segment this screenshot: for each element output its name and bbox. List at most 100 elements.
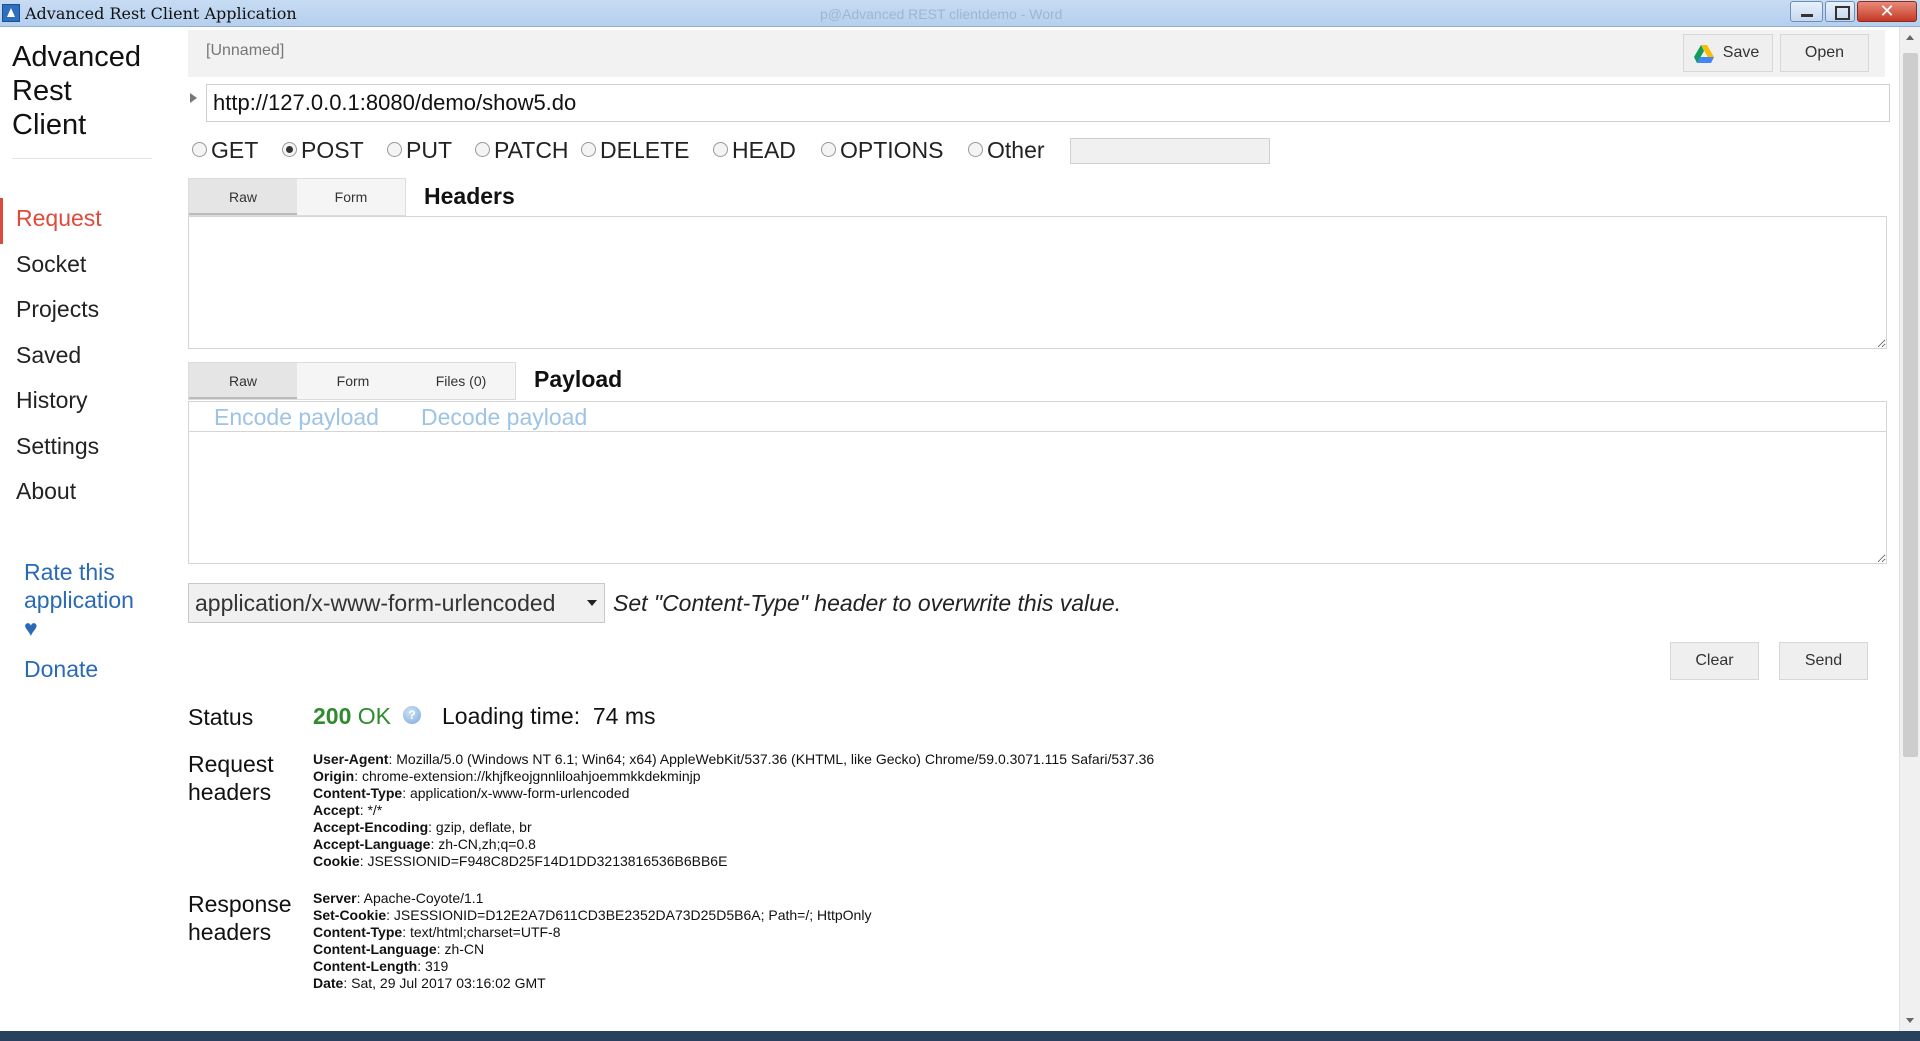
status-text: OK bbox=[357, 703, 391, 729]
header-row: Date: Sat, 29 Jul 2017 03:16:02 GMT bbox=[313, 975, 546, 991]
radio-icon bbox=[821, 142, 836, 158]
minimize-button[interactable] bbox=[1790, 1, 1823, 22]
decode-payload-link[interactable]: Decode payload bbox=[421, 404, 587, 431]
request-name[interactable]: [Unnamed] bbox=[206, 42, 284, 60]
content-type-select[interactable]: application/x-www-form-urlencoded bbox=[188, 583, 605, 623]
header-key: Content-Language bbox=[313, 941, 437, 957]
method-label: GET bbox=[211, 137, 259, 163]
content-type-hint: Set "Content-Type" header to overwrite t… bbox=[613, 590, 1122, 616]
sidebar-item-socket[interactable]: Socket bbox=[0, 244, 170, 290]
headers-tab-raw[interactable]: Raw bbox=[189, 179, 297, 215]
radio-icon bbox=[387, 142, 402, 158]
sidebar-item-projects[interactable]: Projects bbox=[0, 289, 170, 335]
open-button[interactable]: Open bbox=[1780, 34, 1869, 72]
google-drive-icon bbox=[1694, 45, 1714, 63]
status-label: Status bbox=[188, 704, 254, 730]
sidebar-item-settings[interactable]: Settings bbox=[0, 426, 170, 472]
other-method-input[interactable] bbox=[1070, 138, 1270, 164]
brand-divider bbox=[12, 158, 152, 159]
method-patch[interactable]: PATCH bbox=[475, 137, 569, 164]
header-key: Accept-Language bbox=[313, 836, 431, 852]
header-key: Set-Cookie bbox=[313, 907, 387, 923]
method-delete[interactable]: DELETE bbox=[581, 137, 689, 164]
payload-tab-files[interactable]: Files (0) bbox=[407, 363, 515, 399]
header-value: Sat, 29 Jul 2017 03:16:02 GMT bbox=[351, 975, 546, 991]
scroll-up-icon[interactable] bbox=[1906, 35, 1914, 40]
scroll-down-icon[interactable] bbox=[1906, 1018, 1914, 1023]
vertical-scrollbar[interactable] bbox=[1899, 27, 1920, 1031]
rate-link-text: application bbox=[24, 587, 134, 613]
header-value: JSESSIONID=F948C8D25F14D1DD3213816536B6B… bbox=[367, 853, 728, 869]
header-row: User-Agent: Mozilla/5.0 (Windows NT 6.1;… bbox=[313, 751, 1155, 767]
sidebar-item-history[interactable]: History bbox=[0, 380, 170, 426]
status-help-icon[interactable]: ? bbox=[403, 706, 421, 724]
clear-button[interactable]: Clear bbox=[1670, 642, 1759, 680]
radio-icon bbox=[968, 142, 983, 158]
method-options[interactable]: OPTIONS bbox=[821, 137, 944, 164]
response-headers-label-line: Response bbox=[188, 891, 292, 917]
window-ghost-title: p@Advanced REST clientdemo - Word bbox=[820, 6, 1063, 22]
rate-app-link[interactable]: Rate this application ♥ bbox=[24, 558, 174, 642]
url-expand-icon[interactable] bbox=[190, 93, 197, 103]
payload-toolbar: Encode payload Decode payload bbox=[188, 401, 1887, 432]
encode-payload-link[interactable]: Encode payload bbox=[214, 404, 379, 431]
header-key: Accept bbox=[313, 802, 360, 818]
sidebar-item-saved[interactable]: Saved bbox=[0, 335, 170, 381]
header-value: zh-CN bbox=[444, 941, 485, 957]
scrollbar-thumb[interactable] bbox=[1903, 53, 1918, 757]
request-headers-list: User-Agent: Mozilla/5.0 (Windows NT 6.1;… bbox=[313, 751, 1154, 870]
header-value: text/html;charset=UTF-8 bbox=[409, 924, 561, 940]
method-head[interactable]: HEAD bbox=[713, 137, 796, 164]
url-input[interactable] bbox=[206, 84, 1890, 122]
header-key: Cookie bbox=[313, 853, 360, 869]
header-row: Accept: */* bbox=[313, 802, 383, 818]
method-get[interactable]: GET bbox=[192, 137, 258, 164]
header-key: Origin bbox=[313, 768, 355, 784]
header-row: Content-Length: 319 bbox=[313, 958, 449, 974]
status-code: 200 OK bbox=[313, 703, 391, 730]
header-value: zh-CN,zh;q=0.8 bbox=[438, 836, 536, 852]
method-label: PATCH bbox=[494, 137, 569, 163]
header-value: Mozilla/5.0 (Windows NT 6.1; Win64; x64)… bbox=[396, 751, 1155, 767]
header-key: Date bbox=[313, 975, 344, 991]
header-row: Server: Apache-Coyote/1.1 bbox=[313, 890, 484, 906]
header-row: Content-Type: text/html;charset=UTF-8 bbox=[313, 924, 561, 940]
header-row: Cookie: JSESSIONID=F948C8D25F14D1DD32138… bbox=[313, 853, 728, 869]
sidebar-item-about[interactable]: About bbox=[0, 471, 170, 517]
header-row: Set-Cookie: JSESSIONID=D12E2A7D611CD3BE2… bbox=[313, 907, 872, 923]
close-button[interactable]: ✕ bbox=[1857, 1, 1917, 22]
method-label: Other bbox=[987, 137, 1045, 163]
rate-link-text: Rate this bbox=[24, 559, 115, 585]
header-value: JSESSIONID=D12E2A7D611CD3BE2352DA73D25D5… bbox=[393, 907, 872, 923]
loading-time-label: Loading time: bbox=[442, 703, 581, 729]
maximize-button[interactable] bbox=[1825, 1, 1855, 22]
header-value: gzip, deflate, br bbox=[435, 819, 532, 835]
loading-time: Loading time: 74 ms bbox=[442, 703, 656, 730]
save-button[interactable]: Save bbox=[1683, 34, 1773, 72]
donate-link[interactable]: Donate bbox=[24, 656, 98, 683]
header-row: Origin: chrome-extension://khjfkeojgnnli… bbox=[313, 768, 701, 784]
payload-textarea[interactable] bbox=[188, 431, 1887, 564]
payload-tab-form[interactable]: Form bbox=[299, 363, 407, 399]
send-button[interactable]: Send bbox=[1779, 642, 1868, 680]
request-headers-label-line: Request bbox=[188, 751, 274, 777]
method-label: PUT bbox=[406, 137, 452, 163]
sidebar-item-request[interactable]: Request bbox=[0, 198, 170, 244]
payload-tab-raw[interactable]: Raw bbox=[189, 363, 297, 399]
request-headers-label-line: headers bbox=[188, 779, 272, 805]
method-post[interactable]: POST bbox=[282, 137, 364, 164]
header-row: Accept-Language: zh-CN,zh;q=0.8 bbox=[313, 836, 536, 852]
header-value: Apache-Coyote/1.1 bbox=[363, 890, 484, 906]
content-type-value: application/x-www-form-urlencoded bbox=[195, 590, 556, 616]
method-label: OPTIONS bbox=[840, 137, 944, 163]
headers-textarea[interactable] bbox=[188, 216, 1887, 349]
method-put[interactable]: PUT bbox=[387, 137, 452, 164]
radio-icon bbox=[475, 142, 490, 158]
response-headers-list: Server: Apache-Coyote/1.1 Set-Cookie: JS… bbox=[313, 890, 871, 992]
headers-tab-form[interactable]: Form bbox=[297, 179, 405, 215]
app-icon bbox=[2, 4, 20, 22]
header-value: chrome-extension://khjfkeojgnnliloahjoem… bbox=[362, 768, 701, 784]
request-headers-label: Request headers bbox=[188, 750, 274, 806]
headers-tabs: Raw Form bbox=[188, 178, 406, 216]
method-other[interactable]: Other bbox=[968, 137, 1045, 164]
